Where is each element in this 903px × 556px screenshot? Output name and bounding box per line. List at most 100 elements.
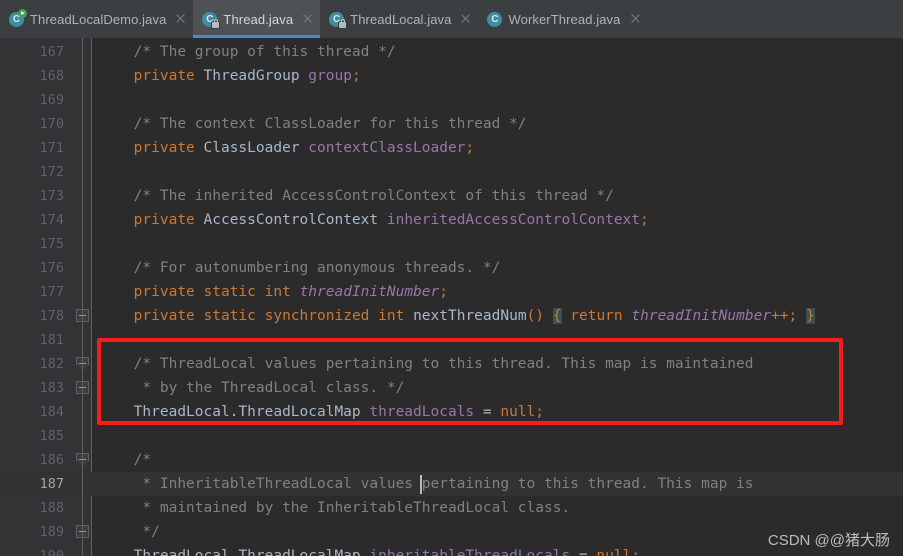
code-line[interactable]: 178 private static synchronized int nextT…	[0, 304, 903, 328]
code-token: /* The inherited AccessControlContext of…	[133, 188, 614, 204]
code-text: /* The context ClassLoader for this thre…	[134, 112, 527, 136]
watermark-label: CSDN @@猪大肠	[767, 532, 890, 549]
code-line[interactable]: 169	[0, 88, 903, 112]
line-number: 173	[39, 188, 64, 204]
close-icon[interactable]	[174, 13, 186, 25]
java-class-runnable-icon: C	[9, 8, 27, 27]
code-token: /* The group of this thread */	[133, 44, 396, 60]
code-line[interactable]: 167 /* The group of this thread */	[0, 40, 903, 64]
code-line[interactable]: 182 /* ThreadLocal values pertaining to t…	[0, 352, 903, 376]
code-token: =	[474, 404, 501, 420]
code-text: ThreadLocal.ThreadLocalMap inheritableTh…	[134, 544, 640, 556]
code-token: ;	[535, 404, 545, 420]
close-icon[interactable]	[301, 13, 313, 25]
line-number: 170	[39, 116, 64, 132]
code-token: inheritedAccessControlContext	[386, 212, 641, 228]
editor-tab-label: ThreadLocalDemo.java	[30, 11, 167, 27]
code-text: private static synchronized int nextThre…	[134, 304, 815, 328]
code-line[interactable]: 172	[0, 160, 903, 184]
code-token: threadLocals	[369, 404, 475, 420]
code-line[interactable]: 183 * by the ThreadLocal class. */	[0, 376, 903, 400]
code-token: ;	[351, 68, 361, 84]
code-token: private	[133, 308, 195, 324]
line-number: 177	[39, 284, 64, 300]
line-number: 187	[39, 476, 64, 492]
line-number: 171	[39, 140, 64, 156]
line-number: 183	[39, 380, 64, 396]
code-line[interactable]: 168 private ThreadGroup group;	[0, 64, 903, 88]
code-text: * by the ThreadLocal class. */	[133, 376, 405, 400]
fold-region-line	[82, 38, 83, 556]
code-token: AccessControlContext	[203, 212, 379, 228]
code-token: static	[203, 284, 256, 300]
line-number: 188	[39, 500, 64, 516]
code-token: int	[378, 308, 405, 324]
code-token: private	[133, 140, 195, 156]
code-line[interactable]: 181	[0, 328, 903, 352]
code-line[interactable]: 174 private AccessControlContext inherite…	[0, 208, 903, 232]
code-token: return	[570, 308, 623, 324]
code-line[interactable]: 184 ThreadLocal.ThreadLocalMap threadLoca…	[0, 400, 903, 424]
code-token: ()	[526, 308, 545, 324]
code-line[interactable]: 186 /*	[0, 448, 903, 472]
code-line[interactable]: 171 private ClassLoader contextClassLoade…	[0, 136, 903, 160]
code-line[interactable]: 185	[0, 424, 903, 448]
code-line[interactable]: 176 /* For autonumbering anonymous thread…	[0, 256, 903, 280]
code-token: {	[552, 308, 562, 324]
close-icon[interactable]	[459, 13, 471, 25]
code-token: ThreadGroup	[203, 68, 300, 84]
code-token: /* For autonumbering anonymous threads. …	[133, 260, 501, 276]
code-token: /* The context ClassLoader for this thre…	[133, 116, 527, 132]
editor-tab-label: Thread.java	[223, 11, 294, 27]
editor-tab-thread[interactable]: C Thread.java	[193, 0, 321, 38]
code-line[interactable]: 170 /* The context ClassLoader for this t…	[0, 112, 903, 136]
code-text: private AccessControlContext inheritedAc…	[134, 208, 649, 232]
code-token: group	[308, 68, 352, 84]
code-line-current[interactable]: 187 * InheritableThreadLocal values pert…	[0, 472, 903, 496]
editor-tab-bar: C ThreadLocalDemo.java C Thread.java C Thread…	[0, 0, 903, 38]
line-number: 168	[39, 68, 64, 84]
close-icon[interactable]	[629, 13, 641, 25]
code-token: null	[500, 404, 536, 420]
code-token: }	[806, 308, 815, 324]
text-caret	[419, 475, 422, 494]
code-line[interactable]: 175	[0, 232, 903, 256]
code-text: /* The group of this thread */	[134, 40, 396, 64]
code-line[interactable]: 177 private static int threadInitNumber;	[0, 280, 903, 304]
code-token: * by the ThreadLocal class. */	[133, 380, 405, 396]
code-editor[interactable]: 167 /* The group of this thread */ 168 priv…	[0, 38, 903, 556]
code-token: ++;	[771, 308, 798, 324]
code-text: ThreadLocal.ThreadLocalMap threadLocals …	[134, 400, 544, 424]
code-line[interactable]: 188 * maintained by the InheritableThrea…	[0, 496, 903, 520]
code-token: contextClassLoader	[308, 140, 466, 156]
editor-tab-label: ThreadLocal.java	[350, 11, 452, 27]
code-text: */	[134, 520, 159, 544]
code-token: synchronized	[264, 308, 370, 324]
editor-tab-threadlocaldemo[interactable]: C ThreadLocalDemo.java	[0, 0, 193, 38]
code-token: nextThreadNum	[413, 308, 527, 324]
line-number: 190	[39, 548, 64, 556]
line-number: 167	[39, 44, 64, 60]
editor-tab-workerthread[interactable]: C WorkerThread.java	[478, 0, 647, 38]
java-class-readonly-icon: C	[202, 11, 220, 28]
line-number: 184	[39, 404, 64, 420]
code-line[interactable]: 173 /* The inherited AccessControlContext…	[0, 184, 903, 208]
code-token: private	[133, 284, 195, 300]
code-text: private static int threadInitNumber;	[134, 280, 448, 304]
line-number: 186	[39, 452, 64, 468]
editor-tab-threadlocal[interactable]: C ThreadLocal.java	[320, 0, 478, 38]
code-token: threadInitNumber	[299, 284, 440, 300]
line-number: 185	[39, 428, 64, 444]
code-token: threadInitNumber	[631, 308, 772, 324]
code-token: private	[133, 68, 195, 84]
